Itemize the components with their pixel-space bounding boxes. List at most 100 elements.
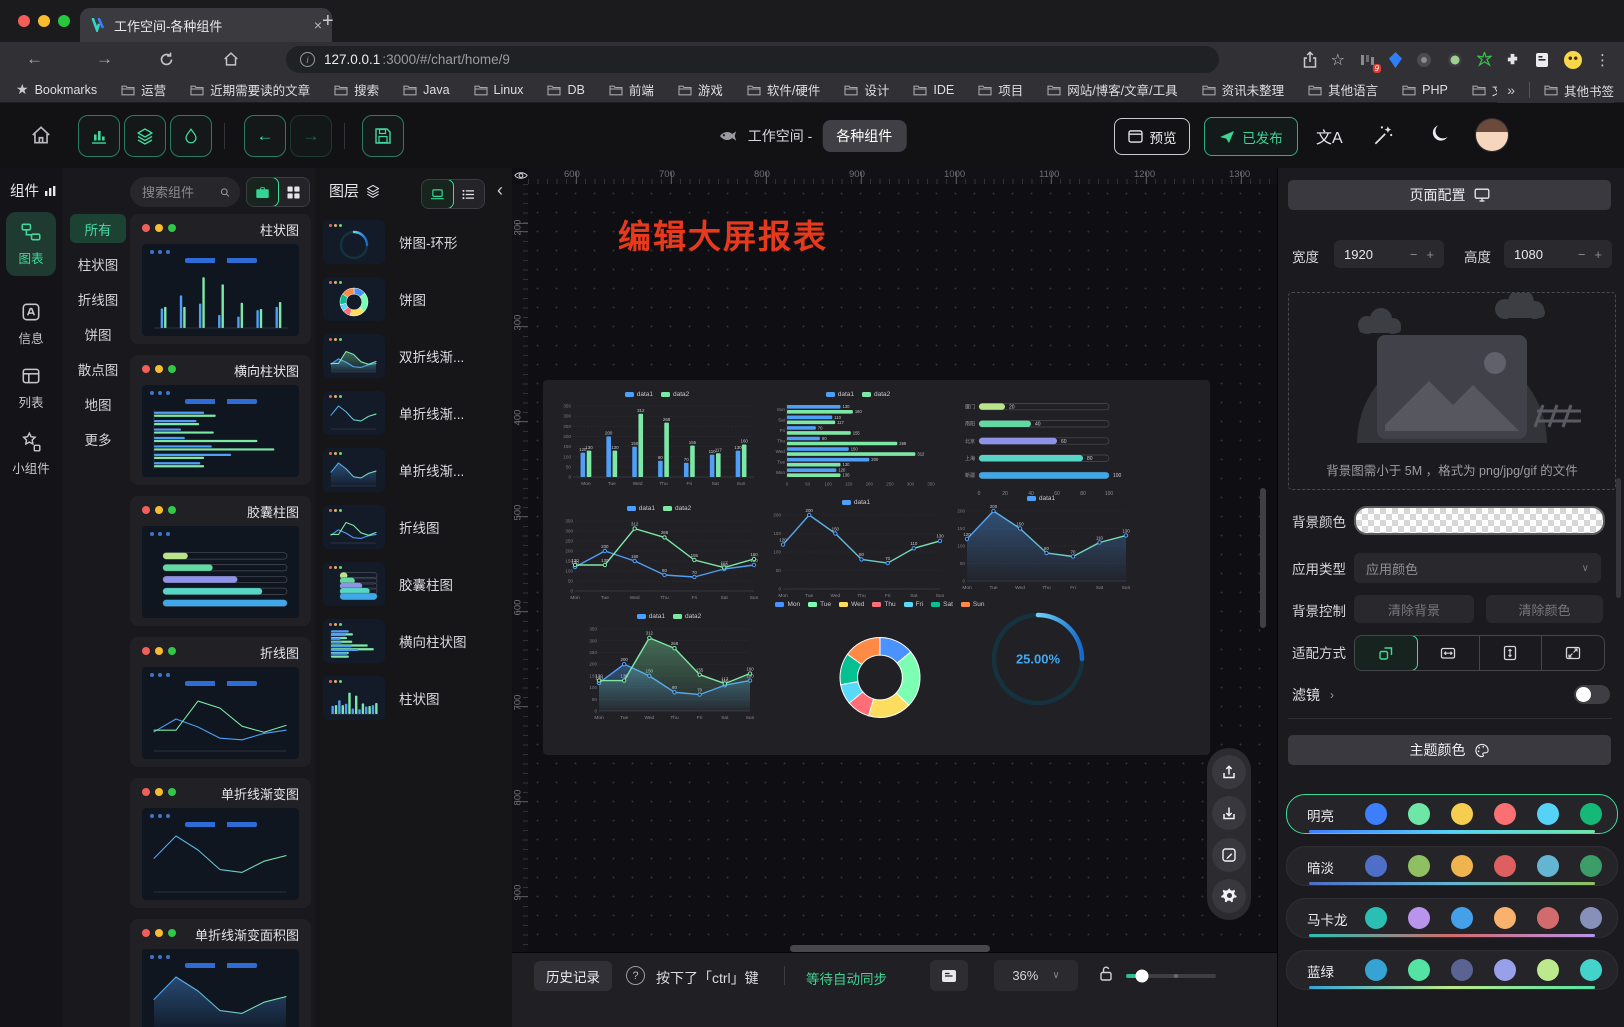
category-柱状图[interactable]: 柱状图 [70,249,126,278]
category-饼图[interactable]: 饼图 [70,319,126,348]
bookmark-item[interactable]: 近期需要读的文章 [190,80,310,99]
reload-icon[interactable] [158,51,175,68]
increment-icon[interactable]: + [1426,247,1434,262]
layer-item[interactable]: 单折线渐... [323,444,507,496]
canvas-chart-double-area[interactable]: data1data2050100150200250300350120200150… [583,610,755,722]
sidebar-item-info[interactable]: 信息 [6,292,56,356]
browser-tab[interactable]: 工作空间-各种组件 × [80,8,332,42]
canvas-chart-bar[interactable]: data1data2050100150200250300350120200150… [557,388,757,488]
apply-type-select[interactable]: 应用颜色 ∨ [1354,553,1601,583]
chart-components-button[interactable] [78,115,120,157]
bookmarks-manager[interactable]: ★ Bookmarks [16,81,97,98]
height-value[interactable]: 1080 [1514,247,1543,262]
site-info-icon[interactable]: i [300,52,315,67]
ruler-visibility-eye-icon[interactable] [514,170,528,181]
grid-view-button[interactable] [278,178,309,206]
filter-button[interactable] [170,115,212,157]
category-更多[interactable]: 更多 [70,424,126,453]
bookmark-item[interactable]: 资讯未整理 [1202,80,1285,99]
bookmark-item[interactable]: PHP [1402,80,1448,99]
component-card[interactable]: 单折线渐变图 [130,778,311,908]
decrement-icon[interactable]: − [1578,247,1586,262]
new-tab-button[interactable]: + [322,9,334,33]
bookmark-item[interactable]: Linux [474,80,524,99]
background-upload-dropzone[interactable]: 背景图需小于 5M ，格式为 png/jpg/gif 的文件 [1288,292,1616,490]
share-icon[interactable] [1302,51,1318,69]
increment-icon[interactable]: + [1594,247,1602,262]
extension-icon[interactable] [1446,51,1464,69]
extension-sessionbox-icon[interactable]: 9 [1358,51,1376,69]
preview-button[interactable]: 预览 [1114,118,1190,155]
layer-item[interactable]: 单折线渐... [323,387,507,439]
canvas-chart-gradient-area[interactable]: data10501001502001202001508070110130MonT… [951,492,1131,592]
bookmark-item[interactable]: 软件/硬件 [747,80,820,99]
bookmark-item[interactable]: 网站/博客/文章/工具 [1047,80,1177,99]
bookmark-item[interactable]: 运营 [121,80,166,99]
component-card[interactable]: 折线图 [130,637,311,767]
bookmark-item[interactable]: 设计 [844,80,889,99]
single-view-button[interactable] [246,177,279,207]
charts-group[interactable]: data1data2050100150200250300350120200150… [543,380,1210,755]
dark-mode-moon-icon[interactable] [1430,123,1452,145]
component-card[interactable]: 柱状图 [130,214,311,344]
theme-row-蓝绿[interactable]: 蓝绿 [1286,950,1618,990]
magic-wand-icon[interactable] [1372,123,1394,147]
save-button[interactable] [362,115,404,157]
fit-stretch-button[interactable] [1542,636,1604,670]
layer-item[interactable]: 饼图 [323,273,507,325]
sidebar-item-list[interactable]: 列表 [6,356,56,420]
vertical-scrollbar[interactable] [1260,488,1266,628]
layers-button[interactable] [124,115,166,157]
fit-height-button[interactable] [1480,636,1543,670]
back-icon[interactable]: ← [26,49,43,69]
publish-button[interactable]: 已发布 [1204,117,1298,156]
menu-kebab-icon[interactable]: ⋮ [1595,51,1610,69]
address-bar[interactable]: i 127.0.0.1 :3000/#/chart/home/9 [286,46,1219,73]
collapse-panel-chevron[interactable]: ‹ [497,180,503,201]
category-地图[interactable]: 地图 [70,389,126,418]
layer-item[interactable]: 双折线渐... [323,330,507,382]
horizontal-scrollbar[interactable] [790,945,990,952]
bookmark-item[interactable]: DB [547,80,584,99]
height-stepper[interactable]: 1080 −+ [1504,240,1612,268]
category-散点图[interactable]: 散点图 [70,354,126,383]
layer-item[interactable]: 横向柱状图 [323,615,507,667]
theme-row-暗淡[interactable]: 暗淡 [1286,846,1618,886]
minimize-window-button[interactable] [38,15,50,27]
category-折线图[interactable]: 折线图 [70,284,126,313]
sidebar-item-chart[interactable]: 图表 [6,212,56,276]
edit-button[interactable] [1212,838,1246,872]
bookmark-item[interactable]: IDE [913,80,954,99]
export-button[interactable] [1212,755,1246,789]
thumbnail-view-button[interactable] [421,179,454,209]
canvas-chart-donut[interactable]: MonTueWedThuFriSatSun [773,598,987,740]
background-color-swatch[interactable] [1354,506,1605,535]
design-canvas[interactable]: 6007008009001000110012001300 20030040050… [512,168,1277,1027]
clear-background-button[interactable]: 清除背景 [1354,595,1474,623]
bookmark-item[interactable]: Java [403,80,449,99]
list-view-button[interactable] [453,180,484,208]
maximize-window-button[interactable] [58,15,70,27]
layer-item[interactable]: 胶囊柱图 [323,558,507,610]
layer-item[interactable]: 折线图 [323,501,507,553]
bookmarks-overflow-chevron[interactable]: » [1507,82,1515,98]
canvas-chart-capsule[interactable]: 厦门20南阳40北京60上海80新疆100020406080100 [953,394,1131,498]
filter-section-label[interactable]: 滤镜 › [1292,685,1334,705]
history-button[interactable]: 历史记录 [534,961,612,991]
bookmark-item[interactable]: 项目 [978,80,1023,99]
project-name-badge[interactable]: 各种组件 [822,120,906,152]
filter-toggle[interactable] [1574,685,1610,704]
fit-width-button[interactable] [1417,636,1480,670]
help-icon[interactable]: ? [626,966,645,985]
zoom-slider[interactable] [1126,974,1216,978]
canvas-chart-gradient-line[interactable]: data10501001502001202001508070110130MonT… [767,496,945,600]
zoom-level-select[interactable]: 36% ∨ [994,960,1078,991]
extensions-puzzle-icon[interactable] [1505,52,1520,67]
component-card[interactable]: 横向柱状图 [130,355,311,485]
redo-button[interactable]: → [290,115,332,157]
user-avatar[interactable] [1476,119,1508,151]
theme-row-马卡龙[interactable]: 马卡龙 [1286,898,1618,938]
import-button[interactable] [1212,796,1246,830]
settings-button[interactable] [1212,879,1246,913]
reader-mode-icon[interactable] [1533,51,1551,69]
